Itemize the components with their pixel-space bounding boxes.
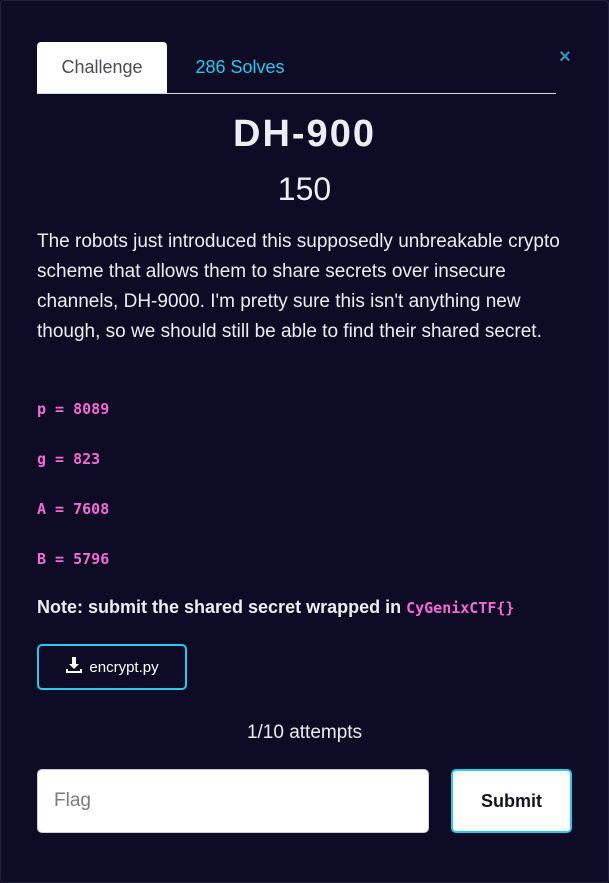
challenge-title: DH-900 (233, 113, 376, 155)
note-text: Note: submit the shared secret wrapped i… (37, 597, 402, 617)
download-file-button[interactable]: encrypt.py (37, 644, 187, 690)
param-a: A = 7608 (37, 500, 110, 518)
note-flag-format: CyGenixCTF{} (406, 599, 515, 617)
challenge-modal: Challenge 286 Solves × DH-900 150 The ro… (0, 0, 609, 883)
tab-challenge[interactable]: Challenge (37, 42, 167, 93)
param-b: B = 5796 (37, 550, 110, 568)
file-name: encrypt.py (89, 658, 159, 676)
submit-button[interactable]: Submit (451, 769, 572, 833)
attempts-counter: 1/10 attempts (246, 722, 363, 743)
param-p: p = 8089 (37, 400, 110, 418)
tab-bar: Challenge 286 Solves (37, 42, 556, 94)
download-icon (65, 656, 83, 678)
challenge-points: 150 (277, 171, 332, 207)
tab-solves[interactable]: 286 Solves (175, 42, 305, 93)
close-icon[interactable]: × (554, 46, 576, 68)
submission-note: Note: submit the shared secret wrapped i… (37, 597, 597, 618)
challenge-description: The robots just introduced this supposed… (37, 231, 560, 342)
param-g: g = 823 (37, 450, 101, 468)
flag-input[interactable] (37, 769, 429, 833)
